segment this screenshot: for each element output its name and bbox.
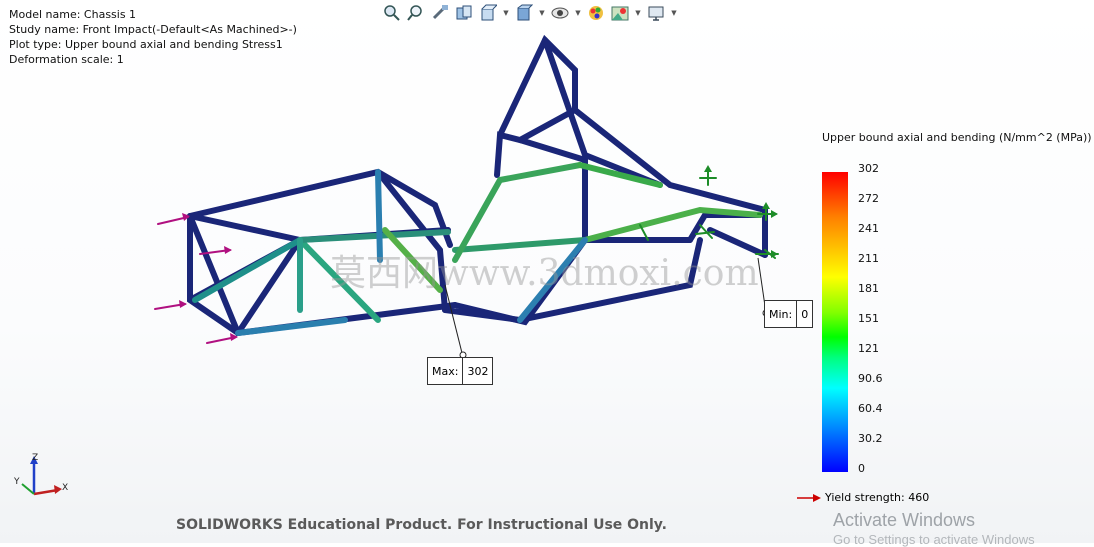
study-name: Study name: Front Impact(-Default<As Mac… bbox=[9, 23, 297, 36]
deformation-scale: Deformation scale: 1 bbox=[9, 53, 124, 66]
edit-appearance-icon[interactable] bbox=[586, 3, 606, 23]
min-callout[interactable]: Min: 0 bbox=[764, 300, 814, 328]
legend-tick: 302 bbox=[858, 162, 879, 175]
heads-up-toolbar: ▼ ▼ ▼ ▼ ▼ bbox=[382, 2, 678, 24]
max-label: Max: bbox=[428, 358, 464, 384]
section-view-icon[interactable] bbox=[454, 3, 474, 23]
max-value: 302 bbox=[467, 364, 489, 378]
plot-type: Plot type: Upper bound axial and bending… bbox=[9, 38, 283, 51]
model-name: Model name: Chassis 1 bbox=[9, 8, 137, 21]
y-axis-label: Y bbox=[13, 477, 20, 487]
activate-windows-title: Activate Windows bbox=[833, 510, 976, 530]
max-callout[interactable]: Max: 302 bbox=[427, 357, 494, 385]
legend-tick: 90.6 bbox=[858, 372, 883, 385]
study-info: Model name: Chassis 1 Study name: Front … bbox=[9, 7, 297, 67]
apply-scene-icon[interactable] bbox=[610, 3, 630, 23]
legend-tick: 60.4 bbox=[858, 402, 883, 415]
yield-strength: Yield strength: 460 bbox=[797, 491, 929, 504]
chevron-down-icon[interactable]: ▼ bbox=[574, 9, 582, 17]
chevron-down-icon[interactable]: ▼ bbox=[670, 9, 678, 17]
z-axis-label: Z bbox=[32, 453, 38, 463]
legend-title: Upper bound axial and bending (N/mm^2 (M… bbox=[822, 131, 1092, 144]
chevron-down-icon[interactable]: ▼ bbox=[634, 9, 642, 17]
chevron-down-icon[interactable]: ▼ bbox=[538, 9, 546, 17]
legend-tick: 0 bbox=[858, 462, 865, 475]
educational-watermark: SOLIDWORKS Educational Product. For Inst… bbox=[176, 517, 667, 533]
view-orientation-icon[interactable] bbox=[478, 3, 498, 23]
chassis-frame bbox=[154, 34, 779, 344]
legend-tick: 181 bbox=[858, 282, 879, 295]
chevron-down-icon[interactable]: ▼ bbox=[502, 9, 510, 17]
red-arrow-icon bbox=[797, 493, 821, 502]
legend-tick: 121 bbox=[858, 342, 879, 355]
legend-tick: 241 bbox=[858, 222, 879, 235]
zoom-to-fit-icon[interactable] bbox=[382, 3, 402, 23]
min-value: 0 bbox=[801, 307, 809, 321]
axis-triad: Z X Y bbox=[13, 453, 68, 496]
display-style-icon[interactable] bbox=[514, 3, 534, 23]
hide-show-icon[interactable] bbox=[550, 3, 570, 23]
activate-windows-subtitle: Go to Settings to activate Windows bbox=[833, 532, 1035, 547]
x-axis-label: X bbox=[62, 483, 68, 493]
legend-tick: 151 bbox=[858, 312, 879, 325]
zoom-area-icon[interactable] bbox=[406, 3, 426, 23]
legend-tick: 272 bbox=[858, 192, 879, 205]
site-watermark: 莫西网www.3dmoxi.com bbox=[330, 253, 759, 294]
view-settings-icon[interactable] bbox=[646, 3, 666, 23]
previous-view-icon[interactable] bbox=[430, 3, 450, 23]
color-scale-bar[interactable] bbox=[822, 172, 848, 472]
yield-strength-label: Yield strength: 460 bbox=[825, 491, 930, 504]
legend-tick: 211 bbox=[858, 252, 879, 265]
legend-tick: 30.2 bbox=[858, 432, 883, 445]
min-label: Min: bbox=[765, 301, 798, 327]
